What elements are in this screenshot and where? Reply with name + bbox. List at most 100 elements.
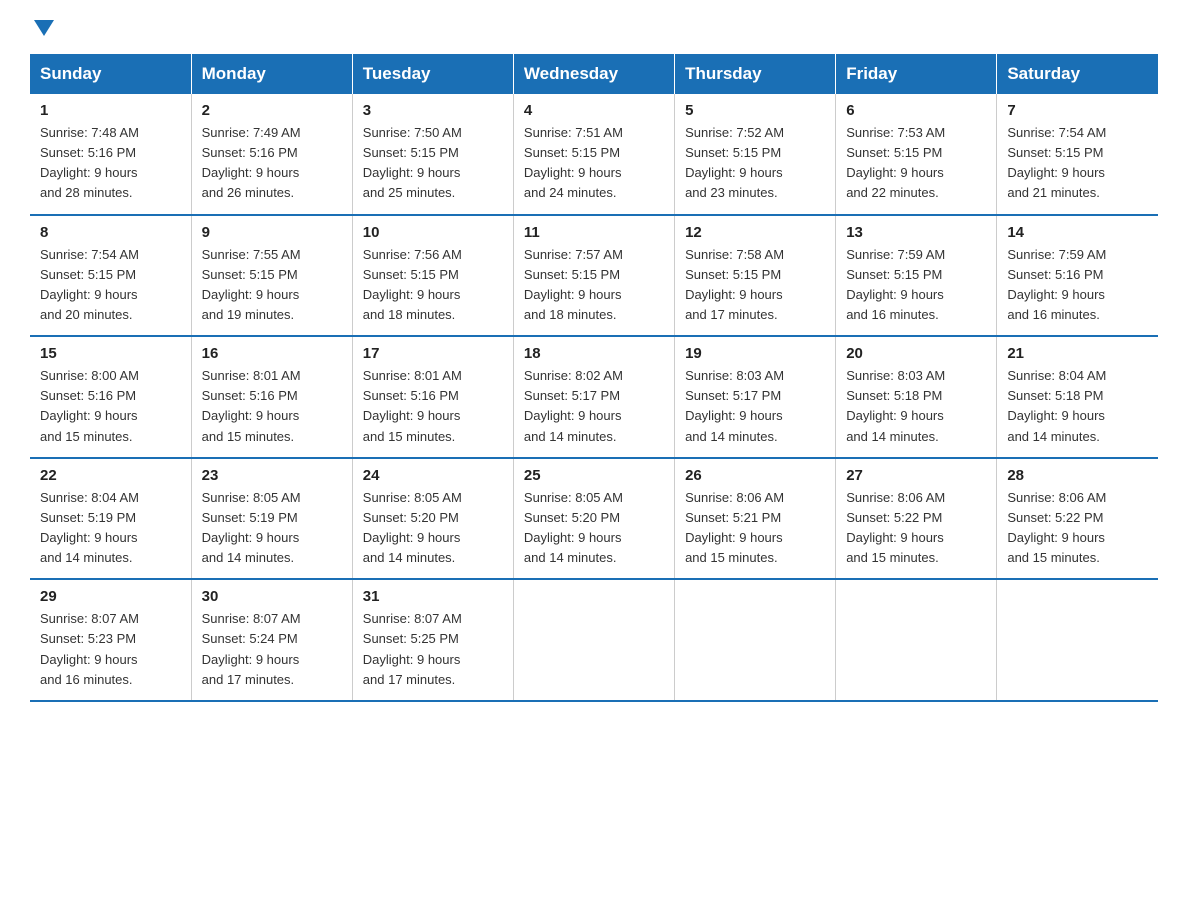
column-header-friday: Friday (836, 54, 997, 94)
calendar-cell: 10 Sunrise: 7:56 AMSunset: 5:15 PMDaylig… (352, 215, 513, 337)
day-info: Sunrise: 7:54 AMSunset: 5:15 PMDaylight:… (1007, 123, 1148, 204)
column-header-wednesday: Wednesday (513, 54, 674, 94)
calendar-cell: 18 Sunrise: 8:02 AMSunset: 5:17 PMDaylig… (513, 336, 674, 458)
column-header-thursday: Thursday (675, 54, 836, 94)
calendar-cell: 23 Sunrise: 8:05 AMSunset: 5:19 PMDaylig… (191, 458, 352, 580)
calendar-cell: 4 Sunrise: 7:51 AMSunset: 5:15 PMDayligh… (513, 94, 674, 215)
day-number: 20 (846, 345, 986, 362)
day-number: 1 (40, 102, 181, 119)
day-number: 8 (40, 224, 181, 241)
day-number: 4 (524, 102, 664, 119)
day-number: 6 (846, 102, 986, 119)
day-number: 16 (202, 345, 342, 362)
calendar-cell: 15 Sunrise: 8:00 AMSunset: 5:16 PMDaylig… (30, 336, 191, 458)
day-info: Sunrise: 7:51 AMSunset: 5:15 PMDaylight:… (524, 123, 664, 204)
calendar-cell: 6 Sunrise: 7:53 AMSunset: 5:15 PMDayligh… (836, 94, 997, 215)
day-info: Sunrise: 7:56 AMSunset: 5:15 PMDaylight:… (363, 245, 503, 326)
day-info: Sunrise: 8:07 AMSunset: 5:23 PMDaylight:… (40, 609, 181, 690)
day-number: 18 (524, 345, 664, 362)
day-number: 22 (40, 467, 181, 484)
day-number: 14 (1007, 224, 1148, 241)
calendar-week-row: 29 Sunrise: 8:07 AMSunset: 5:23 PMDaylig… (30, 579, 1158, 701)
day-number: 27 (846, 467, 986, 484)
calendar-cell: 7 Sunrise: 7:54 AMSunset: 5:15 PMDayligh… (997, 94, 1158, 215)
day-number: 10 (363, 224, 503, 241)
calendar-week-row: 15 Sunrise: 8:00 AMSunset: 5:16 PMDaylig… (30, 336, 1158, 458)
column-header-sunday: Sunday (30, 54, 191, 94)
calendar-week-row: 1 Sunrise: 7:48 AMSunset: 5:16 PMDayligh… (30, 94, 1158, 215)
calendar-week-row: 8 Sunrise: 7:54 AMSunset: 5:15 PMDayligh… (30, 215, 1158, 337)
day-number: 26 (685, 467, 825, 484)
day-number: 28 (1007, 467, 1148, 484)
day-info: Sunrise: 8:07 AMSunset: 5:25 PMDaylight:… (363, 609, 503, 690)
calendar-cell: 17 Sunrise: 8:01 AMSunset: 5:16 PMDaylig… (352, 336, 513, 458)
day-info: Sunrise: 7:55 AMSunset: 5:15 PMDaylight:… (202, 245, 342, 326)
calendar-cell: 30 Sunrise: 8:07 AMSunset: 5:24 PMDaylig… (191, 579, 352, 701)
day-number: 23 (202, 467, 342, 484)
calendar-cell: 27 Sunrise: 8:06 AMSunset: 5:22 PMDaylig… (836, 458, 997, 580)
day-info: Sunrise: 7:57 AMSunset: 5:15 PMDaylight:… (524, 245, 664, 326)
day-info: Sunrise: 8:02 AMSunset: 5:17 PMDaylight:… (524, 366, 664, 447)
calendar-cell: 5 Sunrise: 7:52 AMSunset: 5:15 PMDayligh… (675, 94, 836, 215)
calendar-cell: 19 Sunrise: 8:03 AMSunset: 5:17 PMDaylig… (675, 336, 836, 458)
calendar-cell: 21 Sunrise: 8:04 AMSunset: 5:18 PMDaylig… (997, 336, 1158, 458)
calendar-cell: 1 Sunrise: 7:48 AMSunset: 5:16 PMDayligh… (30, 94, 191, 215)
day-number: 21 (1007, 345, 1148, 362)
day-info: Sunrise: 8:03 AMSunset: 5:17 PMDaylight:… (685, 366, 825, 447)
calendar-cell: 24 Sunrise: 8:05 AMSunset: 5:20 PMDaylig… (352, 458, 513, 580)
calendar-cell: 9 Sunrise: 7:55 AMSunset: 5:15 PMDayligh… (191, 215, 352, 337)
day-info: Sunrise: 8:03 AMSunset: 5:18 PMDaylight:… (846, 366, 986, 447)
calendar-cell (513, 579, 674, 701)
column-header-monday: Monday (191, 54, 352, 94)
calendar-cell: 11 Sunrise: 7:57 AMSunset: 5:15 PMDaylig… (513, 215, 674, 337)
day-info: Sunrise: 8:05 AMSunset: 5:19 PMDaylight:… (202, 488, 342, 569)
day-number: 13 (846, 224, 986, 241)
page-header (30, 20, 1158, 36)
day-number: 5 (685, 102, 825, 119)
calendar-cell: 16 Sunrise: 8:01 AMSunset: 5:16 PMDaylig… (191, 336, 352, 458)
day-info: Sunrise: 8:01 AMSunset: 5:16 PMDaylight:… (202, 366, 342, 447)
day-info: Sunrise: 7:58 AMSunset: 5:15 PMDaylight:… (685, 245, 825, 326)
calendar-week-row: 22 Sunrise: 8:04 AMSunset: 5:19 PMDaylig… (30, 458, 1158, 580)
day-info: Sunrise: 8:00 AMSunset: 5:16 PMDaylight:… (40, 366, 181, 447)
day-info: Sunrise: 8:05 AMSunset: 5:20 PMDaylight:… (524, 488, 664, 569)
day-info: Sunrise: 8:05 AMSunset: 5:20 PMDaylight:… (363, 488, 503, 569)
day-info: Sunrise: 8:01 AMSunset: 5:16 PMDaylight:… (363, 366, 503, 447)
calendar-cell: 31 Sunrise: 8:07 AMSunset: 5:25 PMDaylig… (352, 579, 513, 701)
day-info: Sunrise: 7:48 AMSunset: 5:16 PMDaylight:… (40, 123, 181, 204)
day-info: Sunrise: 8:06 AMSunset: 5:22 PMDaylight:… (846, 488, 986, 569)
day-number: 17 (363, 345, 503, 362)
day-number: 12 (685, 224, 825, 241)
calendar-cell: 25 Sunrise: 8:05 AMSunset: 5:20 PMDaylig… (513, 458, 674, 580)
day-info: Sunrise: 7:49 AMSunset: 5:16 PMDaylight:… (202, 123, 342, 204)
calendar-cell: 2 Sunrise: 7:49 AMSunset: 5:16 PMDayligh… (191, 94, 352, 215)
day-info: Sunrise: 8:04 AMSunset: 5:18 PMDaylight:… (1007, 366, 1148, 447)
day-info: Sunrise: 8:06 AMSunset: 5:21 PMDaylight:… (685, 488, 825, 569)
day-number: 25 (524, 467, 664, 484)
calendar-cell: 29 Sunrise: 8:07 AMSunset: 5:23 PMDaylig… (30, 579, 191, 701)
calendar-cell: 26 Sunrise: 8:06 AMSunset: 5:21 PMDaylig… (675, 458, 836, 580)
column-header-tuesday: Tuesday (352, 54, 513, 94)
calendar-header-row: SundayMondayTuesdayWednesdayThursdayFrid… (30, 54, 1158, 94)
calendar-cell: 14 Sunrise: 7:59 AMSunset: 5:16 PMDaylig… (997, 215, 1158, 337)
day-number: 7 (1007, 102, 1148, 119)
calendar-cell: 28 Sunrise: 8:06 AMSunset: 5:22 PMDaylig… (997, 458, 1158, 580)
day-number: 2 (202, 102, 342, 119)
day-number: 15 (40, 345, 181, 362)
day-info: Sunrise: 8:07 AMSunset: 5:24 PMDaylight:… (202, 609, 342, 690)
day-info: Sunrise: 7:54 AMSunset: 5:15 PMDaylight:… (40, 245, 181, 326)
day-info: Sunrise: 7:50 AMSunset: 5:15 PMDaylight:… (363, 123, 503, 204)
calendar-table: SundayMondayTuesdayWednesdayThursdayFrid… (30, 54, 1158, 702)
calendar-cell: 12 Sunrise: 7:58 AMSunset: 5:15 PMDaylig… (675, 215, 836, 337)
calendar-cell: 13 Sunrise: 7:59 AMSunset: 5:15 PMDaylig… (836, 215, 997, 337)
day-number: 9 (202, 224, 342, 241)
calendar-cell (836, 579, 997, 701)
day-number: 29 (40, 588, 181, 605)
day-number: 31 (363, 588, 503, 605)
calendar-cell (675, 579, 836, 701)
calendar-cell: 3 Sunrise: 7:50 AMSunset: 5:15 PMDayligh… (352, 94, 513, 215)
day-info: Sunrise: 7:52 AMSunset: 5:15 PMDaylight:… (685, 123, 825, 204)
day-info: Sunrise: 7:59 AMSunset: 5:16 PMDaylight:… (1007, 245, 1148, 326)
calendar-cell: 22 Sunrise: 8:04 AMSunset: 5:19 PMDaylig… (30, 458, 191, 580)
calendar-cell: 8 Sunrise: 7:54 AMSunset: 5:15 PMDayligh… (30, 215, 191, 337)
